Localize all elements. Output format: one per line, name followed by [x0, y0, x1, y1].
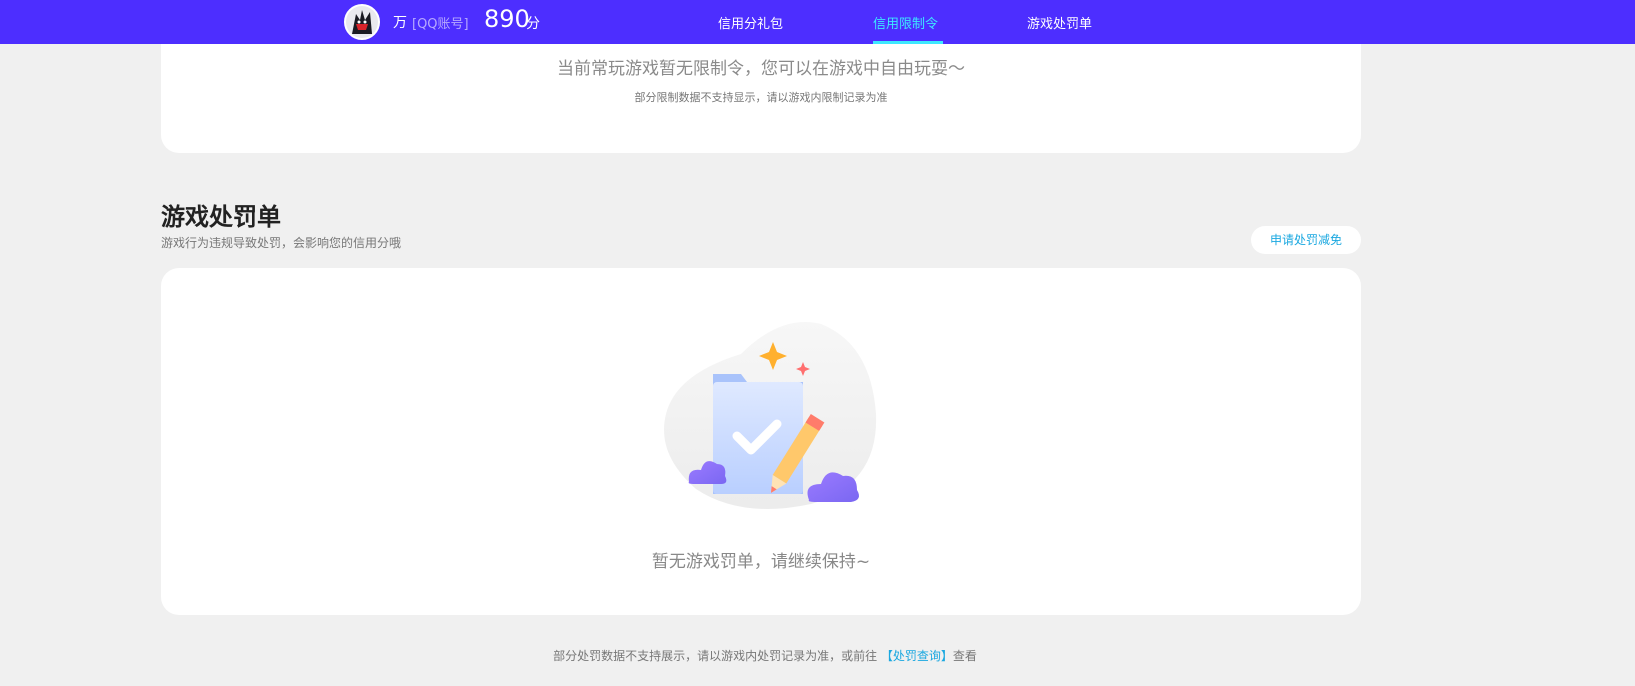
penalty-section-description: 游戏行为违规导致处罚，会影响您的信用分哦 — [161, 236, 402, 250]
avatar-image — [346, 6, 378, 38]
tab-game-penalty[interactable]: 游戏处罚单 — [1027, 13, 1092, 32]
restriction-note: 部分限制数据不支持显示，请以游戏内限制记录为准 — [634, 91, 888, 104]
footer-suffix: 查看 — [952, 649, 977, 663]
restriction-message: 当前常玩游戏暂无限制令，您可以在游戏中自由玩耍～ — [557, 59, 965, 79]
avatar[interactable] — [344, 4, 380, 40]
penalty-section-title: 游戏处罚单 — [161, 203, 281, 231]
tab-credit-gift[interactable]: 信用分礼包 — [718, 13, 783, 32]
account-type: [QQ账号] — [412, 17, 469, 32]
footer-text: 部分处罚数据不支持展示，请以游戏内处罚记录为准，或前往 — [553, 649, 878, 663]
empty-penalty-message: 暂无游戏罚单，请继续保持~ — [651, 552, 871, 572]
credit-score: 890 — [484, 5, 530, 33]
penalty-query-link[interactable]: 【处罚查询】 — [881, 649, 953, 663]
top-nav-bar: 万 [QQ账号] 890 分 信用分礼包 信用限制令 游戏处罚单 — [0, 0, 1635, 44]
footer-note: 部分处罚数据不支持展示，请以游戏内处罚记录为准，或前往 【处罚查询】查看 — [0, 647, 1530, 664]
penalty-card: 暂无游戏罚单，请继续保持~ — [161, 268, 1361, 615]
tab-credit-restriction[interactable]: 信用限制令 — [873, 13, 938, 32]
empty-state-illustration — [664, 322, 877, 509]
restriction-card: 当前常玩游戏暂无限制令，您可以在游戏中自由玩耍～ 部分限制数据不支持显示，请以游… — [161, 44, 1361, 153]
apply-penalty-reduction-button[interactable]: 申请处罚减免 — [1251, 226, 1361, 254]
score-unit: 分 — [526, 16, 540, 32]
user-name: 万 — [393, 15, 407, 31]
